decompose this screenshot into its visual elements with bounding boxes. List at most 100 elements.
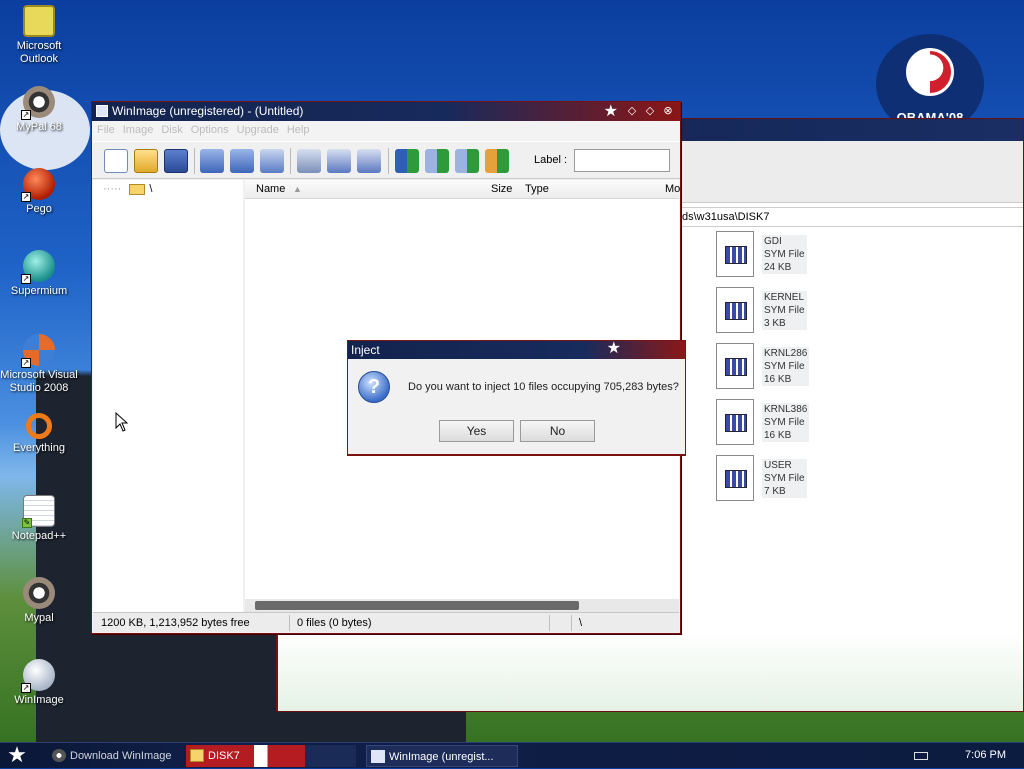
campaign-logo-emblem bbox=[906, 48, 954, 96]
tree-line: ····· bbox=[103, 183, 122, 195]
sym-file-icon bbox=[716, 455, 754, 501]
desktop-icon-notepadpp[interactable]: ✎ Notepad++ bbox=[0, 495, 78, 543]
task-download-winimage[interactable]: Download WinImage bbox=[48, 745, 198, 767]
sort-date-button[interactable] bbox=[485, 149, 509, 173]
list-header: Name ▲ Size Type Mo bbox=[245, 180, 680, 199]
desktop-icon-label: Everything bbox=[13, 442, 65, 454]
file-meta: GDI SYM File 24 KB bbox=[762, 235, 807, 274]
dialog-titlebar[interactable]: Inject ★ bbox=[348, 340, 685, 359]
desktop-icon-supermium[interactable]: ↗ Supermium bbox=[0, 250, 78, 298]
clock[interactable]: 7:06 PM bbox=[965, 749, 1006, 761]
status-path: \ bbox=[579, 617, 583, 629]
desktop-icon-mypal[interactable]: Mypal bbox=[0, 577, 78, 625]
yes-button[interactable]: Yes bbox=[439, 420, 514, 442]
sort-size-button[interactable] bbox=[455, 149, 479, 173]
column-size[interactable]: Size bbox=[491, 183, 512, 195]
menu-upgrade[interactable]: Upgrade bbox=[237, 124, 279, 138]
desktop-icon-label: Mypal bbox=[24, 612, 54, 624]
folder-tree[interactable]: ····· \ bbox=[93, 180, 243, 612]
status-file-count: 0 files (0 bytes) bbox=[297, 617, 372, 629]
dialog-message: Do you want to inject 10 files occupying… bbox=[408, 381, 679, 393]
file-meta: KERNEL SYM File 3 KB bbox=[762, 291, 807, 330]
file-name: USER bbox=[764, 460, 792, 471]
save-button[interactable] bbox=[164, 149, 188, 173]
keyboard-icon[interactable] bbox=[914, 752, 928, 760]
star-icon: ★ bbox=[603, 103, 618, 120]
maximize-button[interactable]: ◇ bbox=[644, 105, 656, 117]
start-button[interactable]: ★ bbox=[4, 744, 30, 768]
desktop-icon-visual-studio[interactable]: ↗ Microsoft Visual Studio 2008 bbox=[0, 334, 78, 395]
close-button[interactable]: ⊗ bbox=[662, 105, 674, 117]
desktop-icon-outlook[interactable]: Microsoft Outlook bbox=[0, 5, 78, 66]
new-button[interactable] bbox=[104, 149, 128, 173]
desktop-icon-pego[interactable]: ↗ Pego bbox=[0, 168, 78, 216]
tree-root-label: \ bbox=[149, 183, 153, 195]
file-type: SYM File bbox=[764, 249, 805, 260]
menu-disk[interactable]: Disk bbox=[161, 124, 182, 138]
column-type[interactable]: Type bbox=[525, 183, 549, 195]
menu-help[interactable]: Help bbox=[287, 124, 310, 138]
winimage-titlebar[interactable]: WinImage (unregistered) - (Untitled) ★ ◇… bbox=[92, 102, 680, 121]
star-icon: ★ bbox=[606, 340, 621, 357]
file-item-kernel[interactable]: KERNEL SYM File 3 KB bbox=[716, 287, 836, 337]
dialog-title: Inject bbox=[351, 343, 380, 357]
no-button[interactable]: No bbox=[520, 420, 595, 442]
file-meta: KRNL386 SYM File 16 KB bbox=[762, 403, 810, 442]
everything-icon bbox=[26, 413, 52, 439]
task-label: WinImage (unregist... bbox=[389, 751, 494, 763]
inject-button[interactable] bbox=[327, 149, 351, 173]
desktop-icon-winimage[interactable]: ↗ WinImage bbox=[0, 659, 78, 707]
menu-image[interactable]: Image bbox=[123, 124, 154, 138]
task-label: Download WinImage bbox=[70, 750, 172, 762]
task-disk7[interactable]: DISK7 bbox=[186, 745, 356, 767]
file-type: SYM File bbox=[764, 473, 805, 484]
file-meta: KRNL286 SYM File 16 KB bbox=[762, 347, 810, 386]
column-modified[interactable]: Mo bbox=[665, 183, 680, 195]
open-button[interactable] bbox=[134, 149, 158, 173]
task-winimage[interactable]: WinImage (unregist... bbox=[366, 745, 518, 767]
scrollbar-thumb[interactable] bbox=[255, 601, 579, 610]
sym-file-icon bbox=[716, 343, 754, 389]
file-name: KRNL286 bbox=[764, 348, 808, 359]
column-name[interactable]: Name bbox=[256, 183, 285, 195]
file-item-user[interactable]: USER SYM File 7 KB bbox=[716, 455, 836, 505]
sort-type-button[interactable] bbox=[425, 149, 449, 173]
folder-icon bbox=[190, 749, 204, 762]
sym-file-icon bbox=[716, 287, 754, 333]
address-bar[interactable]: ds\w31usa\DISK7 bbox=[678, 207, 1023, 227]
desktop-icon-everything[interactable]: Everything bbox=[0, 413, 78, 455]
desktop-icon-label: WinImage bbox=[14, 694, 64, 706]
desktop-icon-label: Notepad++ bbox=[11, 530, 67, 542]
winimage-app-icon bbox=[371, 750, 385, 763]
read-disk-button[interactable] bbox=[200, 149, 224, 173]
status-divider bbox=[571, 615, 572, 631]
menu-options[interactable]: Options bbox=[191, 124, 229, 138]
menu-file[interactable]: File bbox=[97, 124, 115, 138]
status-bar: 1200 KB, 1,213,952 bytes free 0 files (0… bbox=[93, 612, 679, 632]
toolbar: Label : bbox=[92, 141, 680, 179]
extract-button[interactable] bbox=[297, 149, 321, 173]
format-button[interactable] bbox=[260, 149, 284, 173]
label-input[interactable] bbox=[574, 149, 670, 172]
inject-dialog[interactable]: Inject ★ ? Do you want to inject 10 file… bbox=[347, 340, 686, 455]
system-tray: 7:06 PM bbox=[904, 743, 1024, 769]
file-name: GDI bbox=[764, 236, 782, 247]
desktop-icon-mypal68[interactable]: ↗ MyPal 68 bbox=[0, 86, 78, 134]
sort-name-button[interactable] bbox=[395, 149, 419, 173]
file-item-gdi[interactable]: GDI SYM File 24 KB bbox=[716, 231, 836, 281]
winimage-app-icon bbox=[96, 105, 108, 117]
properties-button[interactable] bbox=[357, 149, 381, 173]
desktop-icon-label: Pego bbox=[26, 203, 52, 215]
mouse-cursor-icon bbox=[115, 412, 129, 432]
file-item-krnl386[interactable]: KRNL386 SYM File 16 KB bbox=[716, 399, 836, 449]
minimize-button[interactable]: ◇ bbox=[626, 105, 638, 117]
taskbar: ★ Download WinImage DISK7 WinImage (unre… bbox=[0, 742, 1024, 768]
file-item-krnl286[interactable]: KRNL286 SYM File 16 KB bbox=[716, 343, 836, 393]
file-size: 16 KB bbox=[764, 430, 792, 441]
desktop-icon-label: Microsoft Visual Studio 2008 bbox=[0, 369, 78, 394]
horizontal-scrollbar[interactable] bbox=[245, 599, 679, 612]
sym-file-icon bbox=[716, 231, 754, 277]
write-disk-button[interactable] bbox=[230, 149, 254, 173]
label-caption: Label : bbox=[534, 154, 568, 166]
tree-root-item[interactable]: ····· \ bbox=[103, 183, 152, 195]
